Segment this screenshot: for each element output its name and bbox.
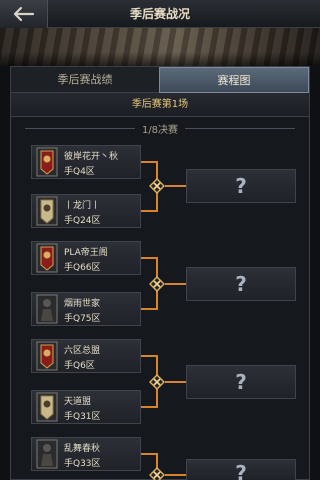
team-name: 天道盟 [64, 397, 92, 407]
team-card[interactable]: 天道盟 手Q31区 [31, 390, 141, 424]
header-bar: 季后赛战况 [0, 0, 320, 28]
crossed-swords-icon [149, 467, 165, 480]
team-zone: 手Q31区 [64, 412, 101, 422]
tab-schedule[interactable]: 赛程图 [159, 67, 309, 93]
bracket-line [141, 210, 157, 212]
team-card[interactable]: 烟雨世家 手Q75区 [31, 292, 141, 326]
team-zone: 手Q6区 [64, 361, 95, 371]
crossed-swords-icon [149, 374, 165, 390]
crossed-swords-icon [149, 276, 165, 292]
round-label: 1/8决赛 [141, 125, 179, 136]
team-card[interactable]: 六区总盟 手Q6区 [31, 339, 141, 373]
bracket-line [165, 185, 186, 187]
team-zone: 手Q66区 [64, 263, 101, 273]
tab-bar: 季后赛战绩 赛程图 [11, 67, 309, 93]
team-card[interactable]: 彼岸花开丶秋 手Q4区 [31, 145, 141, 179]
team-name: 六区总盟 [64, 346, 101, 356]
dark-warrior-emblem [36, 439, 58, 469]
bracket-line [141, 406, 157, 408]
bracket-line [165, 474, 186, 476]
team-zone: 手Q33区 [64, 459, 101, 469]
team-name: 丨龙门丨 [64, 201, 101, 211]
tab-playoff-record[interactable]: 季后赛战绩 [11, 67, 159, 93]
bracket-line [141, 308, 157, 310]
bracket-line [141, 453, 157, 455]
team-card[interactable]: 丨龙门丨 手Q24区 [31, 194, 141, 228]
dark-warrior-emblem [36, 294, 58, 324]
match-result-box[interactable]: ? [186, 169, 296, 203]
crossed-swords-icon [149, 178, 165, 194]
page-title: 季后赛战况 [129, 7, 190, 21]
team-name: 乱舞春秋 [64, 444, 101, 454]
round-header: 1/8决赛 [11, 117, 309, 139]
team-zone: 手Q4区 [64, 167, 95, 177]
match-result-box[interactable]: ? [186, 365, 296, 399]
match-result-box[interactable]: ? [186, 267, 296, 301]
bracket-line [141, 355, 157, 357]
match-selector[interactable]: 季后赛第1场 [11, 93, 309, 117]
header-banner-image [0, 28, 320, 66]
red-banner-emblem [36, 243, 58, 273]
bracket-line [165, 283, 186, 285]
team-zone: 手Q24区 [64, 216, 101, 226]
red-banner-emblem [36, 341, 58, 371]
team-card[interactable]: 乱舞春秋 手Q33区 [31, 437, 141, 471]
team-zone: 手Q75区 [64, 314, 101, 324]
team-card[interactable]: PLA帝王阁 手Q66区 [31, 241, 141, 275]
bracket-panel: 季后赛战绩 赛程图 季后赛第1场 1/8决赛 彼岸花开丶秋 手Q4区 丨龙门丨 … [10, 66, 310, 480]
red-banner-emblem [36, 147, 58, 177]
bracket-line [141, 257, 157, 259]
team-name: 彼岸花开丶秋 [64, 152, 119, 162]
team-name: 烟雨世家 [64, 299, 101, 309]
match-label: 季后赛第1场 [131, 99, 189, 110]
match-result-box[interactable]: ? [186, 459, 296, 480]
team-name: PLA帝王阁 [64, 248, 108, 258]
bracket-line [165, 381, 186, 383]
gold-banner-emblem [36, 196, 58, 226]
gold-banner-emblem [36, 392, 58, 422]
bracket-line [141, 161, 157, 163]
